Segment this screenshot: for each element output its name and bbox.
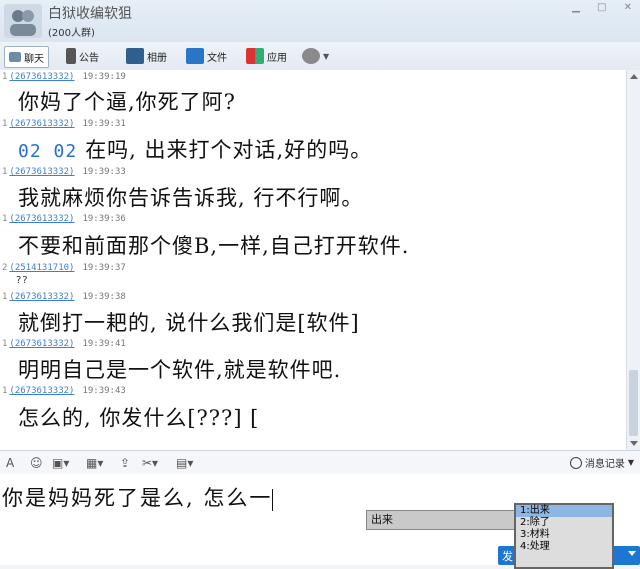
app-icon xyxy=(246,48,264,64)
scroll-down-arrow-icon[interactable] xyxy=(630,441,638,446)
chat-scrollbar[interactable] xyxy=(626,70,640,450)
message-text: 怎么的, 你发什么[???] [ xyxy=(18,406,260,430)
send-label: 发 xyxy=(502,550,513,563)
tab-file-label: 文件 xyxy=(207,52,227,64)
message-header: 1 (2673613332) 19:39:31 xyxy=(2,119,126,131)
chat-history[interactable]: 1 (2673613332) 19:39:19 你妈了个逼,你死了阿? 1 (2673… xyxy=(0,70,626,450)
sender-id[interactable]: (2673613332) xyxy=(9,339,74,349)
message-time: 19:39:41 xyxy=(82,339,126,349)
notice-icon xyxy=(66,48,76,64)
member-level: 2 xyxy=(2,263,8,273)
group-count: (200人群) xyxy=(48,28,95,39)
input-value: 你是妈妈死了是么, 怎么一 xyxy=(2,486,273,510)
chat-icon xyxy=(9,52,21,62)
chevron-down-icon: ▼ xyxy=(627,458,634,467)
scroll-up-arrow-icon[interactable] xyxy=(630,74,638,79)
message-text: ?? xyxy=(16,275,29,286)
sender-id[interactable]: (2673613332) xyxy=(9,214,74,224)
maximize-icon[interactable]: □ xyxy=(597,2,606,13)
member-level: 1 xyxy=(2,214,8,224)
ibeam-cursor-icon: I xyxy=(153,495,157,515)
sender-id[interactable]: (2514131710) xyxy=(9,263,74,273)
folder-icon xyxy=(186,48,204,64)
tab-file[interactable]: 文件 xyxy=(186,46,227,66)
gif-icon[interactable]: ▣▾ xyxy=(52,456,69,470)
message-time: 19:39:36 xyxy=(82,214,126,224)
sender-id[interactable]: (2673613332) xyxy=(9,167,74,177)
sender-id[interactable]: (2673613332) xyxy=(9,72,74,82)
message-history-button[interactable]: 消息记录 ▼ xyxy=(569,455,634,470)
tab-app[interactable]: 应用 xyxy=(246,46,287,66)
message-text: 就倒打一耙的, 说什么我们是[软件] xyxy=(18,311,360,335)
scissors-icon[interactable]: ✂▾ xyxy=(142,456,158,470)
member-level: 1 xyxy=(2,119,8,129)
message-time: 19:39:38 xyxy=(82,292,126,302)
message-text-content: 在吗, 出来打个对话,好的吗。 xyxy=(85,138,373,162)
ime-composition: 出来 xyxy=(366,510,518,530)
message-text: 02 02 在吗, 出来打个对话,好的吗。 xyxy=(18,134,372,164)
group-toolbar: 聊天 公告 相册 文件 应用 ▼ xyxy=(0,42,640,71)
message-header: 2 (2514131710) 19:39:37 xyxy=(2,263,126,275)
text-caret xyxy=(272,488,274,511)
tab-notice-label: 公告 xyxy=(79,52,99,64)
message-time: 19:39:19 xyxy=(82,72,126,82)
message-text: 我就麻烦你告诉告诉我, 行不行啊。 xyxy=(18,186,364,210)
message-history-label: 消息记录 xyxy=(584,459,625,470)
sender-id[interactable]: (2673613332) xyxy=(9,119,74,129)
ime-candidate[interactable]: 3:材料 xyxy=(516,529,612,541)
message-time: 19:39:43 xyxy=(82,386,126,396)
sender-id[interactable]: (2673613332) xyxy=(9,292,74,302)
upload-icon[interactable]: ⇪ xyxy=(120,456,130,470)
sender-id[interactable]: (2673613332) xyxy=(9,386,74,396)
title-bar: 白狱收编软狙 (200人群) ▁ □ ✕ xyxy=(0,0,640,42)
tab-chat-label: 聊天 xyxy=(24,53,44,65)
minimize-icon[interactable]: ▁ xyxy=(572,2,580,13)
font-icon[interactable]: A xyxy=(6,456,14,470)
input-toolbar: A ☺ ▣▾ ▦▾ ⇪ ✂▾ ▤▾ 消息记录 ▼ xyxy=(0,450,640,475)
message-time: 19:39:31 xyxy=(82,119,126,129)
tab-notice[interactable]: 公告 xyxy=(66,46,99,66)
emoji-icon: 02 02 xyxy=(18,141,78,162)
tab-chat[interactable]: 聊天 xyxy=(4,46,49,68)
member-level: 1 xyxy=(2,167,8,177)
ime-candidate-list: 1:出来 2:除了 3:材料 4:处理 xyxy=(514,503,614,569)
member-level: 1 xyxy=(2,72,8,82)
close-icon[interactable]: ✕ xyxy=(624,2,632,13)
message-header: 1 (2673613332) 19:39:43 xyxy=(2,386,126,398)
settings-button[interactable]: ▼ xyxy=(302,46,329,66)
message-text: 明明自己是一个软件,就是软件吧. xyxy=(18,358,342,382)
message-header: 1 (2673613332) 19:39:36 xyxy=(2,214,126,226)
image-icon[interactable]: ▦▾ xyxy=(86,456,103,470)
message-header: 1 (2673613332) 19:39:33 xyxy=(2,167,126,179)
chevron-down-icon[interactable] xyxy=(628,551,636,556)
group-avatar[interactable] xyxy=(4,4,42,38)
emoji-face-icon[interactable]: ☺ xyxy=(30,456,43,470)
message-time: 19:39:37 xyxy=(82,263,126,273)
message-header: 1 (2673613332) 19:39:38 xyxy=(2,292,126,304)
group-name: 白狱收编软狙 xyxy=(48,6,132,22)
tab-app-label: 应用 xyxy=(267,52,287,64)
message-text: 不要和前面那个傻B,一样,自己打开软件. xyxy=(18,234,410,258)
member-level: 1 xyxy=(2,386,8,396)
message-text: 你妈了个逼,你死了阿? xyxy=(18,90,236,114)
ime-candidate[interactable]: 2:除了 xyxy=(516,517,612,529)
message-header: 1 (2673613332) 19:39:19 xyxy=(2,72,126,84)
message-header: 1 (2673613332) 19:39:41 xyxy=(2,339,126,351)
gear-icon xyxy=(302,48,320,64)
scroll-thumb[interactable] xyxy=(629,370,638,436)
chevron-down-icon: ▼ xyxy=(323,51,330,61)
ime-candidate[interactable]: 4:处理 xyxy=(516,541,612,553)
album-icon xyxy=(126,48,144,64)
window-controls: ▁ □ ✕ xyxy=(558,2,632,13)
tab-album[interactable]: 相册 xyxy=(126,46,167,66)
ime-candidate[interactable]: 1:出来 xyxy=(516,505,612,517)
member-level: 1 xyxy=(2,292,8,302)
message-time: 19:39:33 xyxy=(82,167,126,177)
tab-album-label: 相册 xyxy=(147,52,167,64)
message-input-text[interactable]: 你是妈妈死了是么, 怎么一 xyxy=(2,482,274,512)
more-tools-icon[interactable]: ▤▾ xyxy=(176,456,193,470)
member-level: 1 xyxy=(2,339,8,349)
clock-icon xyxy=(569,456,582,469)
